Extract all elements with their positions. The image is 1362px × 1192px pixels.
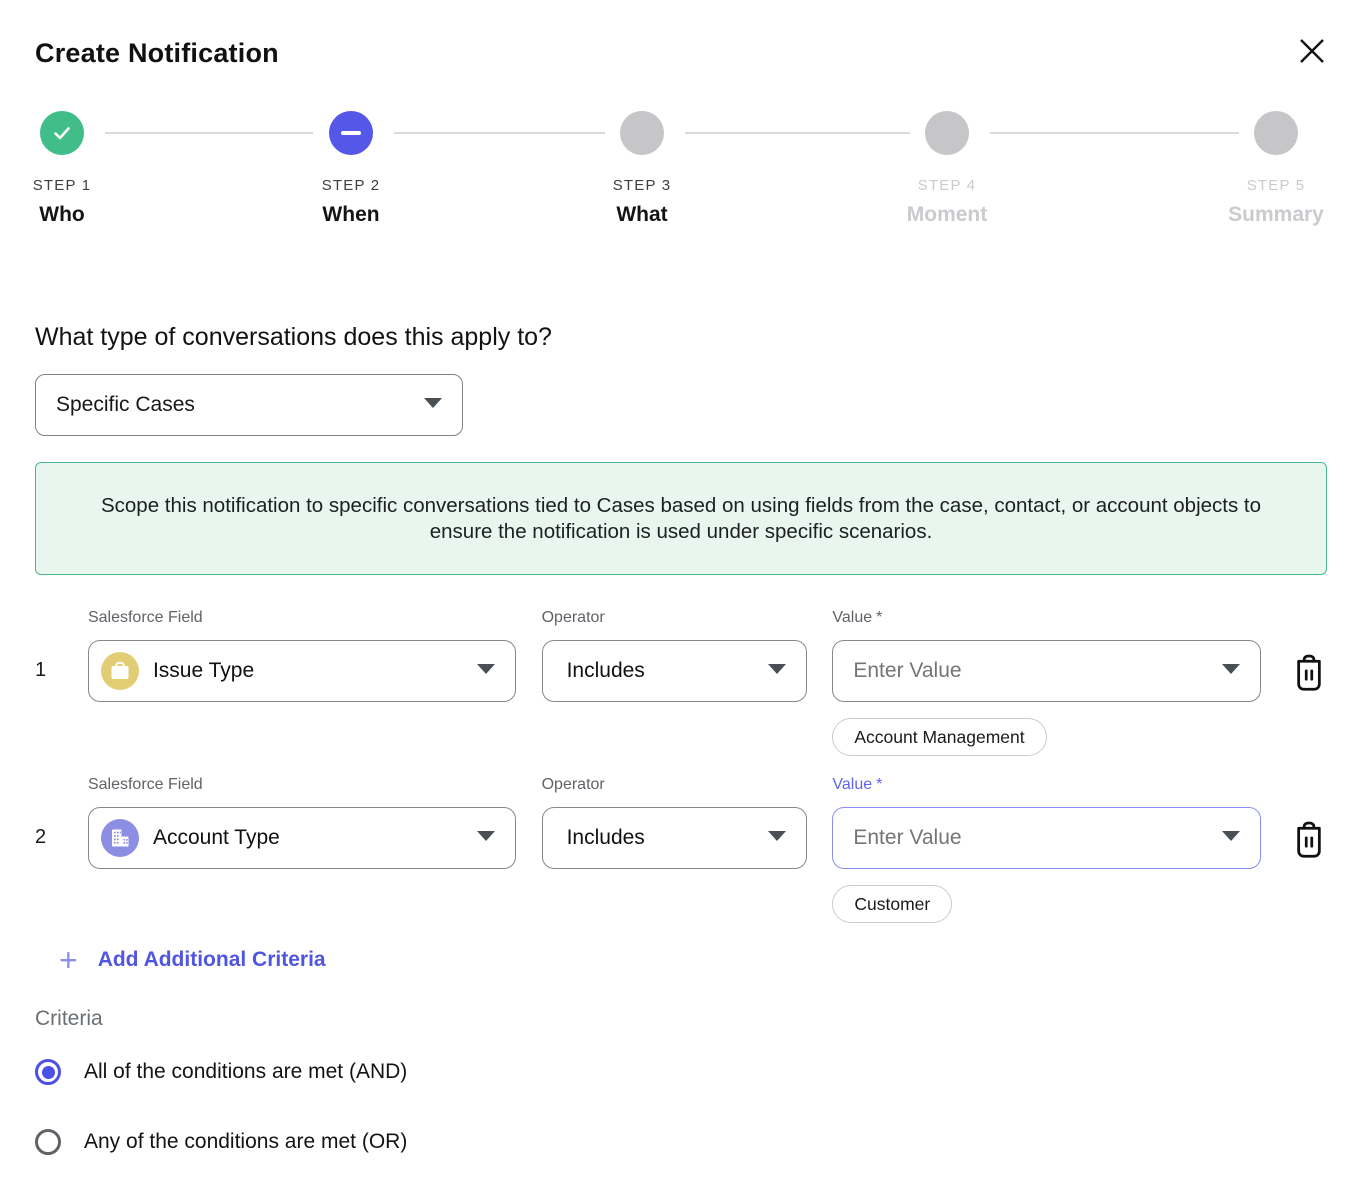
salesforce-field-value: Issue Type	[153, 659, 254, 683]
row-index: 1	[35, 609, 88, 682]
step-label-moment: STEP 4 Moment	[837, 177, 1057, 227]
modal-header: Create Notification	[35, 0, 1327, 69]
selected-option: Specific Cases	[56, 393, 195, 417]
criteria-section-label: Criteria	[35, 1007, 1327, 1031]
row-index: 2	[35, 776, 88, 849]
page-title: Create Notification	[35, 38, 279, 69]
briefcase-icon	[101, 652, 139, 690]
close-icon[interactable]	[1295, 34, 1329, 68]
buildings-icon	[101, 819, 139, 857]
delete-row-button[interactable]	[1291, 609, 1327, 698]
radio-label: Any of the conditions are met (OR)	[84, 1130, 407, 1154]
value-label: Value*	[832, 609, 1261, 627]
operator-value: Includes	[543, 826, 645, 850]
chevron-down-icon	[1222, 829, 1240, 847]
chevron-down-icon	[768, 662, 786, 680]
step-circle-when[interactable]	[329, 111, 373, 155]
chevron-down-icon	[424, 396, 442, 414]
salesforce-field-column: Salesforce Field Issue Type	[88, 609, 516, 702]
value-column: Value* Enter Value Customer	[832, 776, 1261, 923]
step-circle-who[interactable]	[40, 111, 84, 155]
trash-icon	[1291, 653, 1327, 693]
value-placeholder: Enter Value	[833, 659, 961, 683]
stepper-connector	[990, 132, 1239, 134]
step-circle-summary[interactable]	[1254, 111, 1298, 155]
radio-unselected-icon[interactable]	[35, 1129, 61, 1155]
salesforce-field-select[interactable]: Account Type	[88, 807, 516, 869]
required-marker: *	[876, 609, 882, 626]
salesforce-field-label: Salesforce Field	[88, 776, 516, 794]
step-label-summary: STEP 5 Summary	[1166, 177, 1362, 227]
question-label: What type of conversations does this app…	[35, 323, 1327, 352]
create-notification-modal: Create Notification STEP 1 W	[0, 0, 1362, 1192]
trash-icon	[1291, 820, 1327, 860]
value-placeholder: Enter Value	[833, 826, 961, 850]
operator-label: Operator	[542, 776, 808, 794]
value-label: Value*	[832, 776, 1261, 794]
criteria-option-and[interactable]: All of the conditions are met (AND)	[35, 1059, 1327, 1085]
check-icon	[50, 121, 74, 145]
conversation-type-select[interactable]: Specific Cases	[35, 374, 463, 436]
value-column: Value* Enter Value Account Management	[832, 609, 1261, 756]
operator-select[interactable]: Includes	[542, 640, 808, 702]
chevron-down-icon	[477, 829, 495, 847]
stepper-connector	[105, 132, 313, 134]
salesforce-field-label: Salesforce Field	[88, 609, 516, 627]
chevron-down-icon	[477, 662, 495, 680]
chevron-down-icon	[768, 829, 786, 847]
criteria-option-or[interactable]: Any of the conditions are met (OR)	[35, 1129, 1327, 1155]
stepper-connector	[685, 132, 910, 134]
value-chip[interactable]: Account Management	[832, 718, 1046, 756]
operator-column: Operator Includes	[542, 609, 808, 702]
step-label-who: STEP 1 Who	[0, 177, 172, 227]
salesforce-field-value: Account Type	[153, 826, 280, 850]
step-circle-what[interactable]	[620, 111, 664, 155]
salesforce-field-column: Salesforce Field	[88, 776, 516, 869]
chevron-down-icon	[1222, 662, 1240, 680]
operator-select[interactable]: Includes	[542, 807, 808, 869]
criteria-row: 1 Salesforce Field Issue Type	[35, 609, 1327, 756]
value-chip[interactable]: Customer	[832, 885, 952, 923]
scope-info-text: Scope this notification to specific conv…	[88, 493, 1274, 545]
radio-label: All of the conditions are met (AND)	[84, 1060, 407, 1084]
operator-column: Operator Includes	[542, 776, 808, 869]
wizard-stepper: STEP 1 Who STEP 2 When STEP 3 What STEP …	[35, 111, 1327, 269]
stepper-connector	[394, 132, 605, 134]
salesforce-field-select[interactable]: Issue Type	[88, 640, 516, 702]
plus-icon: +	[59, 945, 78, 975]
radio-selected-icon[interactable]	[35, 1059, 61, 1085]
value-select[interactable]: Enter Value	[832, 640, 1261, 702]
dash-icon	[340, 130, 362, 136]
step-label-what: STEP 3 What	[532, 177, 752, 227]
criteria-row: 2 Salesforce Field	[35, 776, 1327, 923]
delete-row-button[interactable]	[1291, 776, 1327, 865]
criteria-list: 1 Salesforce Field Issue Type	[35, 609, 1327, 923]
value-select[interactable]: Enter Value	[832, 807, 1261, 869]
operator-label: Operator	[542, 609, 808, 627]
step-label-when: STEP 2 When	[241, 177, 461, 227]
required-marker: *	[876, 776, 882, 793]
add-additional-criteria[interactable]: + Add Additional Criteria	[35, 945, 1327, 975]
add-additional-criteria-label: Add Additional Criteria	[98, 948, 326, 972]
scope-info-banner: Scope this notification to specific conv…	[35, 462, 1327, 575]
step-circle-moment[interactable]	[925, 111, 969, 155]
operator-value: Includes	[543, 659, 645, 683]
